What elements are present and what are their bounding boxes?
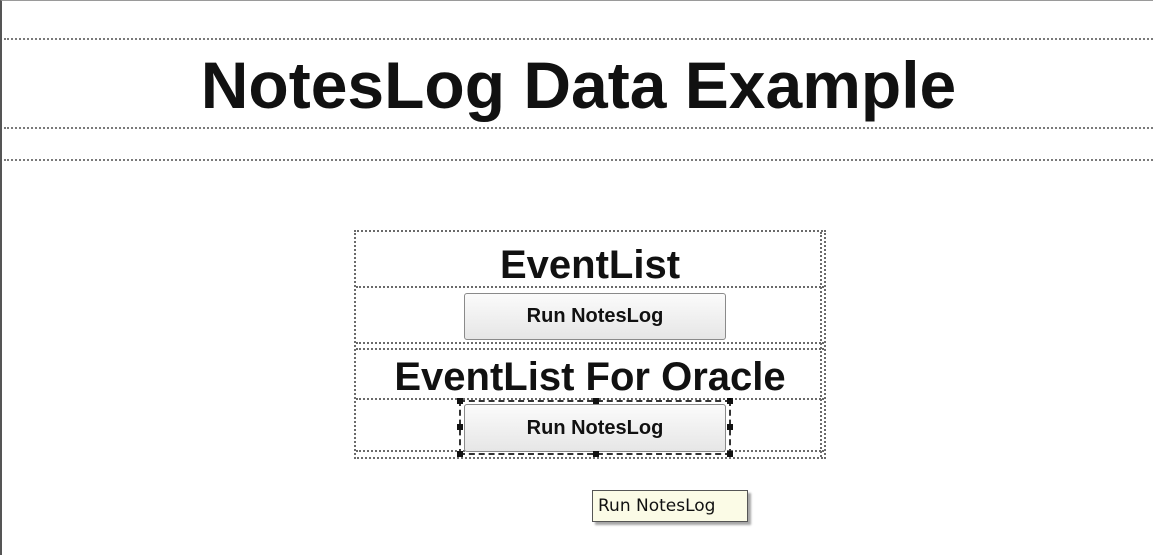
page-title: NotesLog Data Example bbox=[200, 48, 957, 122]
resize-handle[interactable] bbox=[727, 424, 733, 430]
form-design-canvas: NotesLog Data Example EventList Run Note… bbox=[0, 0, 1153, 555]
resize-handle[interactable] bbox=[457, 424, 463, 430]
section-label-eventlist-oracle: EventList For Oracle bbox=[394, 355, 786, 399]
resize-handle[interactable] bbox=[727, 398, 733, 404]
section-divider bbox=[4, 38, 1153, 40]
resize-handle[interactable] bbox=[727, 451, 733, 457]
resize-handle[interactable] bbox=[593, 398, 599, 404]
resize-handle[interactable] bbox=[593, 451, 599, 457]
table-row-divider bbox=[356, 348, 824, 350]
resize-handle[interactable] bbox=[457, 451, 463, 457]
tooltip: Run NotesLog bbox=[592, 490, 748, 522]
run-noteslog-button[interactable]: Run NotesLog bbox=[464, 293, 726, 340]
section-divider bbox=[4, 159, 1153, 161]
button-table: EventList Run NotesLog EventList For Ora… bbox=[354, 230, 826, 459]
selection-frame[interactable] bbox=[457, 398, 733, 457]
section-label-eventlist: EventList bbox=[499, 243, 681, 287]
resize-handle[interactable] bbox=[457, 398, 463, 404]
table-row-divider bbox=[356, 342, 824, 344]
